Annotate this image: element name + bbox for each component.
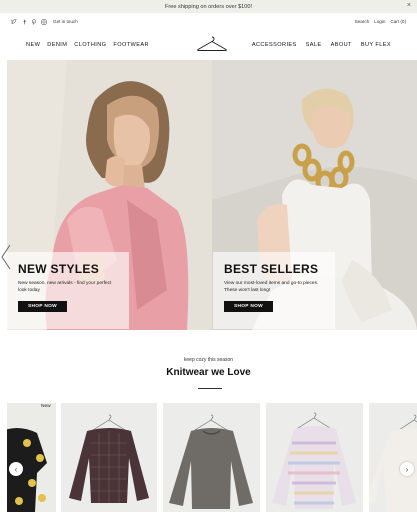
carousel-prev-button[interactable]: ‹ bbox=[9, 462, 23, 476]
section-title: Knitwear we Love bbox=[166, 367, 251, 378]
nav-item-new[interactable]: NEW bbox=[26, 42, 40, 48]
promo-text: New season, new arrivals - find your per… bbox=[18, 281, 112, 293]
product-card[interactable] bbox=[61, 403, 157, 512]
nav-item-accessories[interactable]: ACCESSORIES bbox=[252, 42, 297, 48]
login-link[interactable]: Login bbox=[374, 19, 385, 24]
nav-item-clothing[interactable]: CLOTHING bbox=[74, 42, 106, 48]
nav-item-footwear[interactable]: FOOTWEAR bbox=[113, 42, 149, 48]
chevron-left-icon[interactable] bbox=[0, 243, 12, 271]
facebook-icon[interactable] bbox=[21, 19, 27, 25]
promo-card-new-styles: NEW STYLES New season, new arrivals - fi… bbox=[7, 252, 129, 329]
promo-title: NEW STYLES bbox=[18, 262, 100, 276]
promo-title: BEST SELLERS bbox=[224, 262, 319, 276]
hanger-logo-icon[interactable] bbox=[195, 34, 229, 54]
get-in-touch-link[interactable]: Get in touch bbox=[53, 19, 78, 24]
section-kicker: keep cozy this season bbox=[183, 357, 234, 363]
twitter-icon[interactable] bbox=[11, 18, 17, 25]
nav-item-denim[interactable]: DENIM bbox=[47, 42, 67, 48]
utility-bar: Get in touch Search Login Cart (0) bbox=[0, 13, 417, 30]
product-card[interactable] bbox=[266, 403, 363, 512]
close-icon[interactable]: × bbox=[407, 2, 411, 9]
nav-item-buy-flex[interactable]: BUY FLEX bbox=[361, 42, 391, 48]
chevron-left-icon: ‹ bbox=[14, 464, 18, 474]
carousel-next-button[interactable]: › bbox=[400, 462, 414, 476]
instagram-icon[interactable] bbox=[41, 18, 47, 25]
product-card[interactable] bbox=[369, 403, 417, 512]
main-nav: NEW DENIM CLOTHING FOOTWEAR ACCESSORIES … bbox=[0, 30, 417, 60]
chevron-right-icon: › bbox=[405, 464, 409, 474]
cart-link[interactable]: Cart (0) bbox=[390, 19, 406, 24]
pinterest-icon[interactable] bbox=[31, 18, 37, 25]
nav-item-about[interactable]: ABOUT bbox=[331, 42, 352, 48]
shop-now-button[interactable]: SHOP NOW bbox=[224, 301, 273, 312]
promo-card-best-sellers: BEST SELLERS View our most-loved items a… bbox=[213, 252, 335, 329]
announcement-text: Free shipping on orders over $100! bbox=[164, 3, 253, 10]
product-card[interactable] bbox=[163, 403, 260, 512]
section-divider bbox=[198, 388, 222, 389]
nav-item-sale[interactable]: SALE bbox=[306, 42, 322, 48]
announcement-bar: Free shipping on orders over $100! × bbox=[0, 0, 417, 13]
social-links bbox=[11, 18, 47, 25]
promo-text: View our most-loved items and go-to piec… bbox=[224, 281, 319, 293]
shop-now-button[interactable]: SHOP NOW bbox=[18, 301, 67, 312]
new-badge: New bbox=[41, 404, 51, 409]
search-link[interactable]: Search bbox=[355, 19, 370, 24]
product-card[interactable] bbox=[7, 403, 56, 512]
